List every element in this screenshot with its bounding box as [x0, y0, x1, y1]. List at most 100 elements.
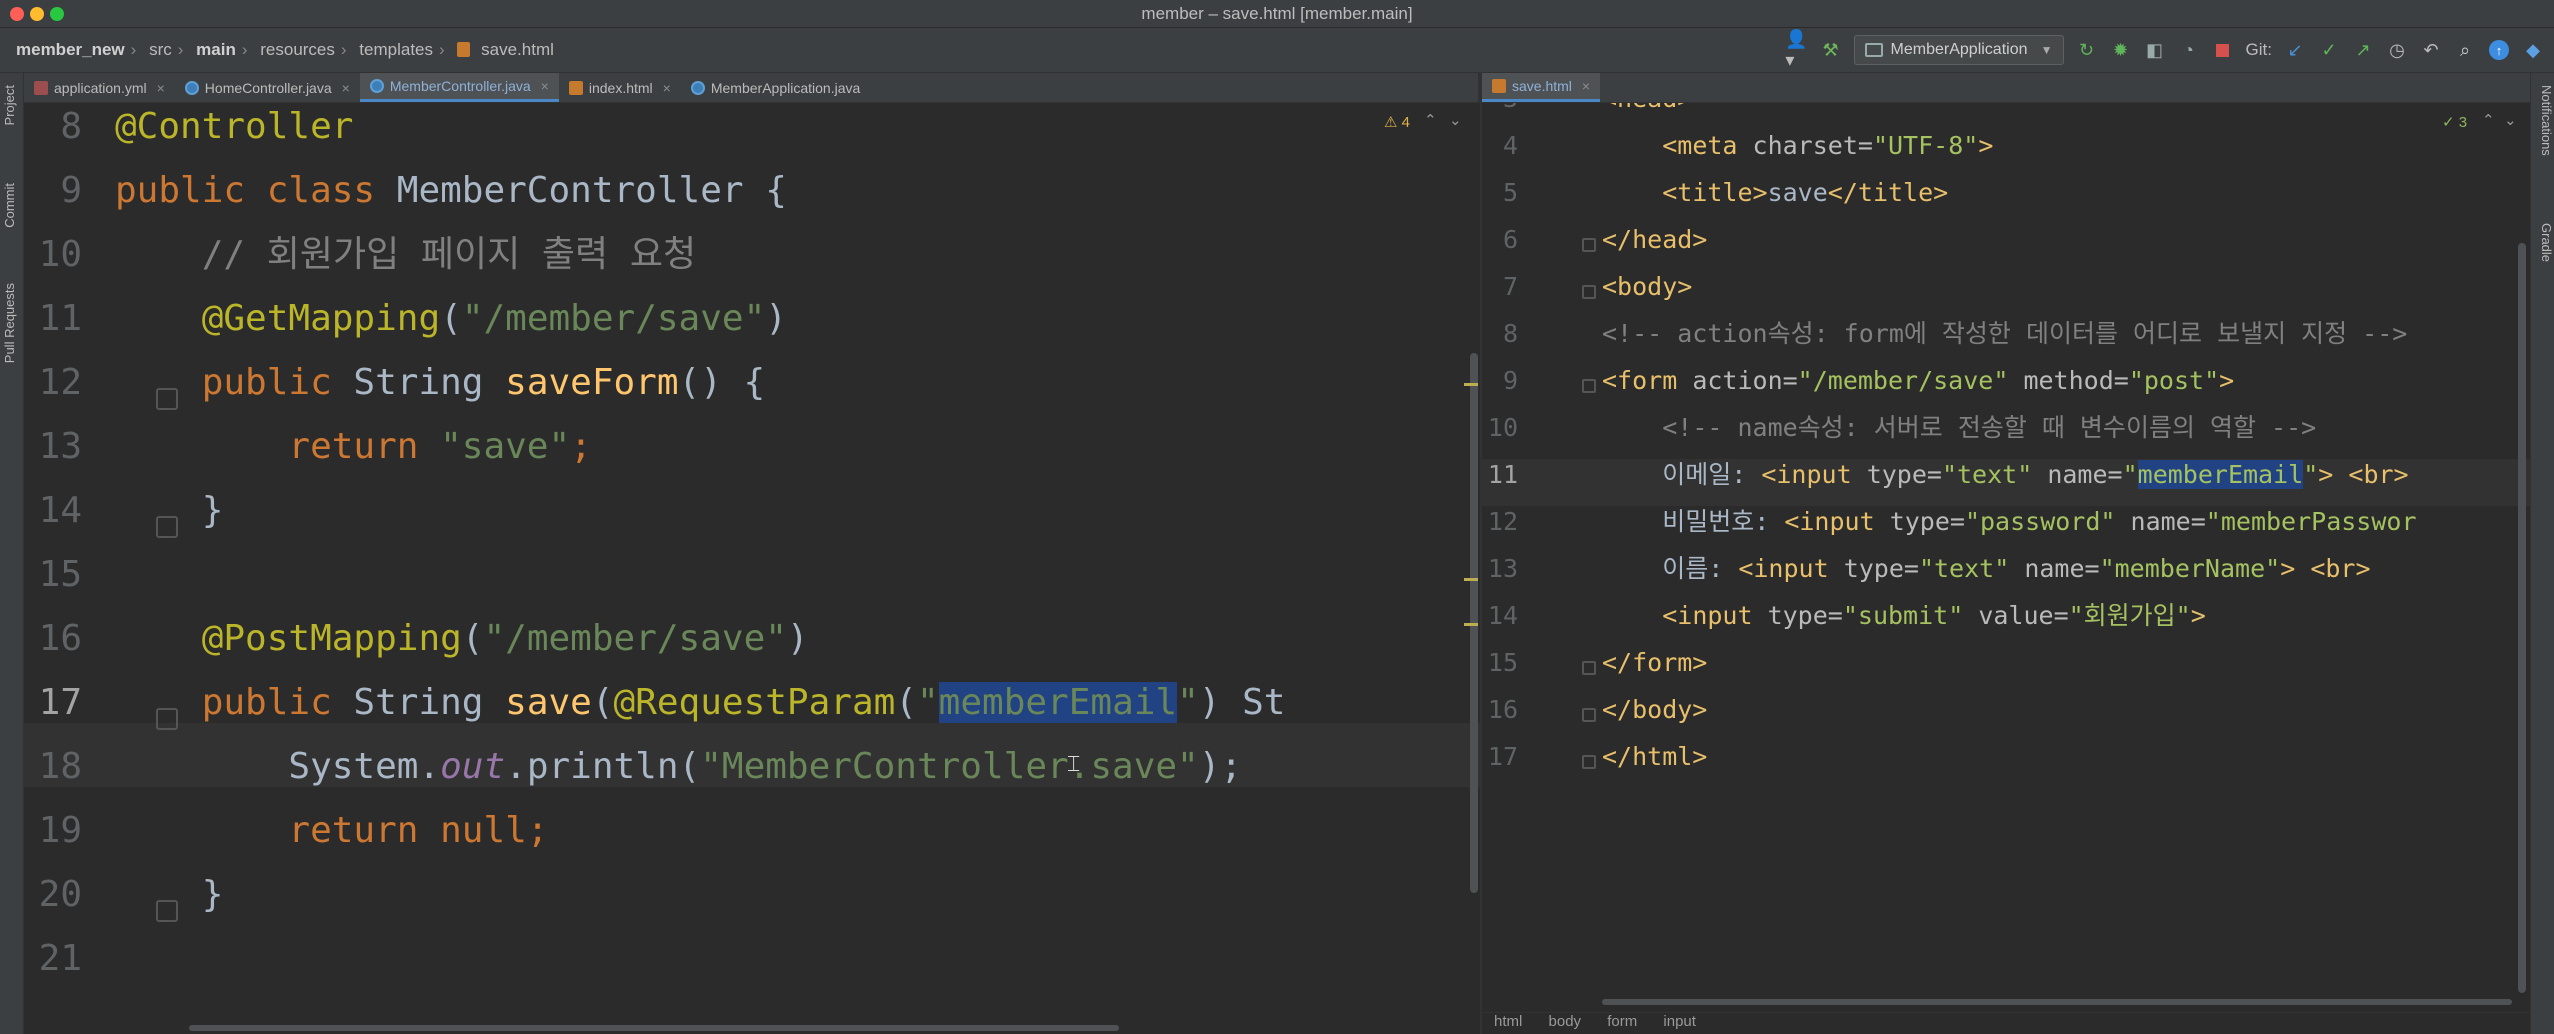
warning-marker[interactable]	[1464, 578, 1478, 581]
user-icon[interactable]: 👤▾	[1785, 29, 1807, 70]
gradle-tool-tab[interactable]: Gradle	[2534, 223, 2554, 262]
tab-index-html[interactable]: index.html ×	[559, 73, 681, 102]
left-editor-tabs: application.yml × HomeController.java × …	[24, 73, 1478, 103]
rollback-icon[interactable]: ↶	[2420, 39, 2442, 61]
right-editor-tabs: save.html ×	[1482, 73, 2530, 103]
breadcrumb-form[interactable]: form	[1607, 1013, 1637, 1030]
fold-icon[interactable]	[1582, 708, 1596, 722]
close-icon[interactable]: ×	[1582, 78, 1590, 94]
breadcrumb-templates[interactable]: templates	[359, 40, 433, 59]
line-number: 11	[38, 298, 82, 339]
line-number: 5	[1502, 178, 1518, 207]
code-line: <input type="submit" value="회원가입">	[1662, 601, 2206, 630]
html-structure-breadcrumb: html body form input	[1482, 1012, 2530, 1034]
warning-indicator[interactable]: ⚠ 4	[1384, 113, 1410, 131]
chevron-up-icon[interactable]: ⌃	[2482, 111, 2495, 129]
git-update-icon[interactable]: ↙	[2284, 39, 2306, 61]
close-icon[interactable]: ×	[663, 80, 671, 96]
breadcrumb-body[interactable]: body	[1549, 1013, 1582, 1030]
profile-icon[interactable]: ◔	[2178, 39, 2200, 61]
line-number: 18	[38, 746, 82, 787]
line-number: 10	[1487, 413, 1518, 442]
breadcrumb-main[interactable]: main	[196, 40, 236, 59]
coverage-icon[interactable]: ◧	[2144, 39, 2166, 61]
tab-label: MemberApplication.java	[710, 79, 861, 96]
line-number: 7	[1502, 272, 1518, 301]
breadcrumb-project[interactable]: member_new	[16, 40, 125, 59]
check-icon[interactable]: ✓ 3	[2442, 113, 2467, 131]
line-number: 19	[38, 810, 82, 851]
line-number: 4	[1502, 131, 1518, 160]
tab-label: application.yml	[54, 79, 147, 96]
tab-member-application[interactable]: MemberApplication.java	[681, 73, 870, 102]
chevron-down-icon: ▼	[2040, 43, 2053, 57]
code-line: return "save";	[288, 426, 592, 467]
main-toolbar: 👤▾ ⚒ MemberApplication ▼ ↻ ✹ ◧ ◔ Git: ↙ …	[1785, 29, 2544, 70]
code-line: @Controller	[115, 106, 354, 147]
debug-bug-icon[interactable]: ✹	[2110, 39, 2132, 61]
code-line: 이름: <input type="text" name="memberName"…	[1662, 554, 2371, 583]
html-editor[interactable]: ✓ 3 ⌃ ⌄ 3 4 5 6 7 8 9 10 11 12 13 14 15 …	[1482, 103, 2530, 1034]
fold-icon[interactable]	[1582, 238, 1596, 252]
code-line: <!-- name속성: 서버로 전송할 때 변수이름의 역할 -->	[1662, 413, 2317, 442]
line-number: 9	[1502, 366, 1518, 395]
update-icon[interactable]: ↑	[2488, 39, 2510, 61]
tab-home-controller[interactable]: HomeController.java ×	[175, 73, 360, 102]
chevron-down-icon[interactable]: ⌄	[1449, 111, 1462, 129]
html-file-icon	[457, 42, 471, 57]
fold-icon[interactable]	[1582, 379, 1596, 393]
close-icon[interactable]: ×	[157, 80, 165, 96]
java-editor[interactable]: ⚠ 4 ⌃ ⌄ 8 9 10 11 12 13 14 15 16 17 18 1…	[24, 103, 1480, 1034]
fold-icon[interactable]	[1582, 755, 1596, 769]
line-number: 8	[1502, 319, 1518, 348]
project-tool-tab[interactable]: Project	[2, 85, 22, 125]
code-line: <title>save</title>	[1662, 178, 1949, 207]
horizontal-scrollbar[interactable]	[1602, 999, 2512, 1005]
code-line: 비밀번호: <input type="password" name="membe…	[1662, 507, 2417, 536]
git-label: Git:	[2245, 40, 2272, 59]
class-file-icon	[369, 79, 384, 93]
git-commit-icon[interactable]: ✓	[2318, 39, 2340, 61]
chevron-down-icon[interactable]: ⌄	[2504, 111, 2517, 129]
chevron-up-icon[interactable]: ⌃	[1424, 111, 1437, 129]
close-icon[interactable]: ×	[342, 80, 350, 96]
breadcrumb-file[interactable]: save.html	[481, 40, 554, 59]
vertical-scrollbar[interactable]	[2518, 243, 2526, 993]
tab-save-html[interactable]: save.html ×	[1482, 73, 1601, 102]
line-number: 16	[1487, 695, 1518, 724]
breadcrumb-html[interactable]: html	[1494, 1013, 1522, 1030]
line-number: 12	[38, 362, 82, 403]
history-icon[interactable]: ◷	[2386, 39, 2408, 61]
breadcrumb-resources[interactable]: resources	[260, 40, 335, 59]
fold-icon[interactable]	[1582, 285, 1596, 299]
warning-marker[interactable]	[1464, 383, 1478, 386]
stop-icon[interactable]	[2212, 39, 2234, 61]
breadcrumb-src[interactable]: src	[149, 40, 172, 59]
close-icon[interactable]: ×	[541, 78, 549, 94]
build-hammer-icon[interactable]: ⚒	[1820, 39, 1842, 61]
notifications-tool-tab[interactable]: Notifications	[2534, 85, 2554, 156]
fold-icon[interactable]	[1582, 661, 1596, 675]
pull-requests-tool-tab[interactable]: Pull Requests	[2, 283, 22, 363]
search-icon[interactable]: ⌕	[2454, 39, 2476, 61]
right-tool-window-strip: Notifications Gradle	[2530, 73, 2554, 1034]
code-line: @PostMapping("/member/save")	[201, 618, 809, 659]
code-line: <!-- action속성: form에 작성한 데이터를 어디로 보낼지 지정…	[1602, 319, 2408, 348]
run-configuration-label: MemberApplication	[1890, 41, 2028, 58]
tab-label: HomeController.java	[204, 79, 332, 96]
line-number: 13	[38, 426, 82, 467]
tab-member-controller[interactable]: MemberController.java ×	[359, 73, 559, 102]
commit-tool-tab[interactable]: Commit	[2, 183, 22, 228]
selected-text: memberEmail	[938, 682, 1178, 723]
horizontal-scrollbar[interactable]	[189, 1025, 1119, 1031]
warning-marker[interactable]	[1464, 623, 1478, 626]
breadcrumb-input[interactable]: input	[1663, 1013, 1696, 1030]
rerun-icon[interactable]: ↻	[2076, 39, 2098, 61]
git-push-icon[interactable]: ↗	[2352, 39, 2374, 61]
run-configuration-select[interactable]: MemberApplication ▼	[1853, 35, 2064, 65]
code-line: </html>	[1602, 742, 1708, 771]
tab-label: MemberController.java	[389, 78, 531, 94]
plugin-icon[interactable]: ◆	[2522, 39, 2544, 61]
tab-application-yml[interactable]: application.yml ×	[24, 73, 175, 102]
line-number: 9	[60, 170, 82, 211]
